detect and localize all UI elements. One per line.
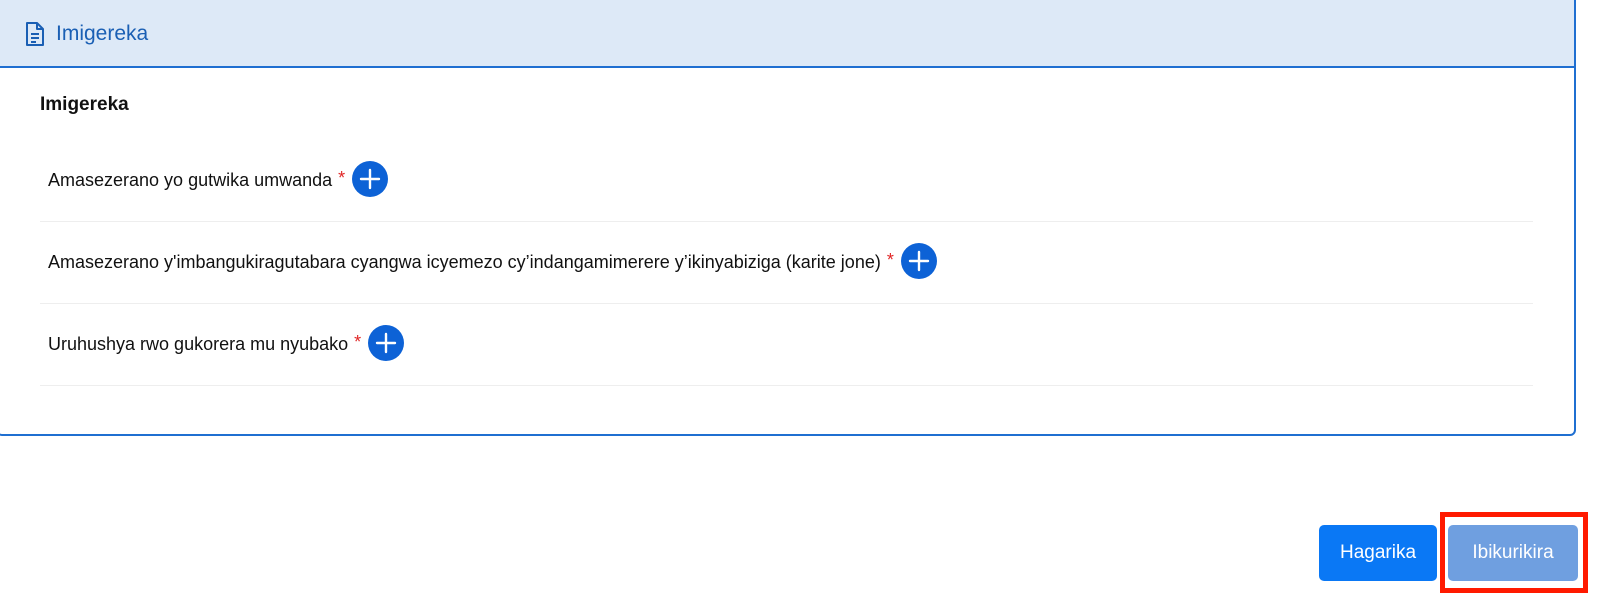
document-row: Amasezerano y'imbangukiragutabara cyangw… xyxy=(40,222,1533,304)
document-row: Amasezerano yo gutwika umwanda * xyxy=(40,140,1533,222)
document-label: Amasezerano y'imbangukiragutabara cyangw… xyxy=(48,252,881,272)
plus-circle-icon xyxy=(375,332,397,353)
add-document-button[interactable] xyxy=(900,242,937,279)
panel-title: Imigereka xyxy=(56,22,149,45)
next-button[interactable]: Ibikurikira xyxy=(1448,525,1578,581)
document-label: Amasezerano yo gutwika umwanda xyxy=(48,170,333,190)
document-label: Uruhushya rwo gukorera mu nyubako xyxy=(48,334,349,354)
plus-circle-icon xyxy=(908,250,930,271)
required-marker: * xyxy=(354,332,362,352)
required-marker: * xyxy=(886,250,894,270)
document-icon xyxy=(24,21,46,47)
panel-header: Imigereka xyxy=(0,0,1574,68)
document-row: Uruhushya rwo gukorera mu nyubako * xyxy=(40,304,1533,386)
add-document-button[interactable] xyxy=(368,324,405,361)
plus-circle-icon xyxy=(359,168,381,189)
attachments-panel: Imigereka Imigereka Amasezerano yo gutwi… xyxy=(0,0,1576,436)
section-title: Imigereka xyxy=(40,94,129,115)
cancel-button[interactable]: Hagarika xyxy=(1319,525,1437,581)
add-document-button[interactable] xyxy=(352,160,389,197)
required-marker: * xyxy=(338,168,346,188)
